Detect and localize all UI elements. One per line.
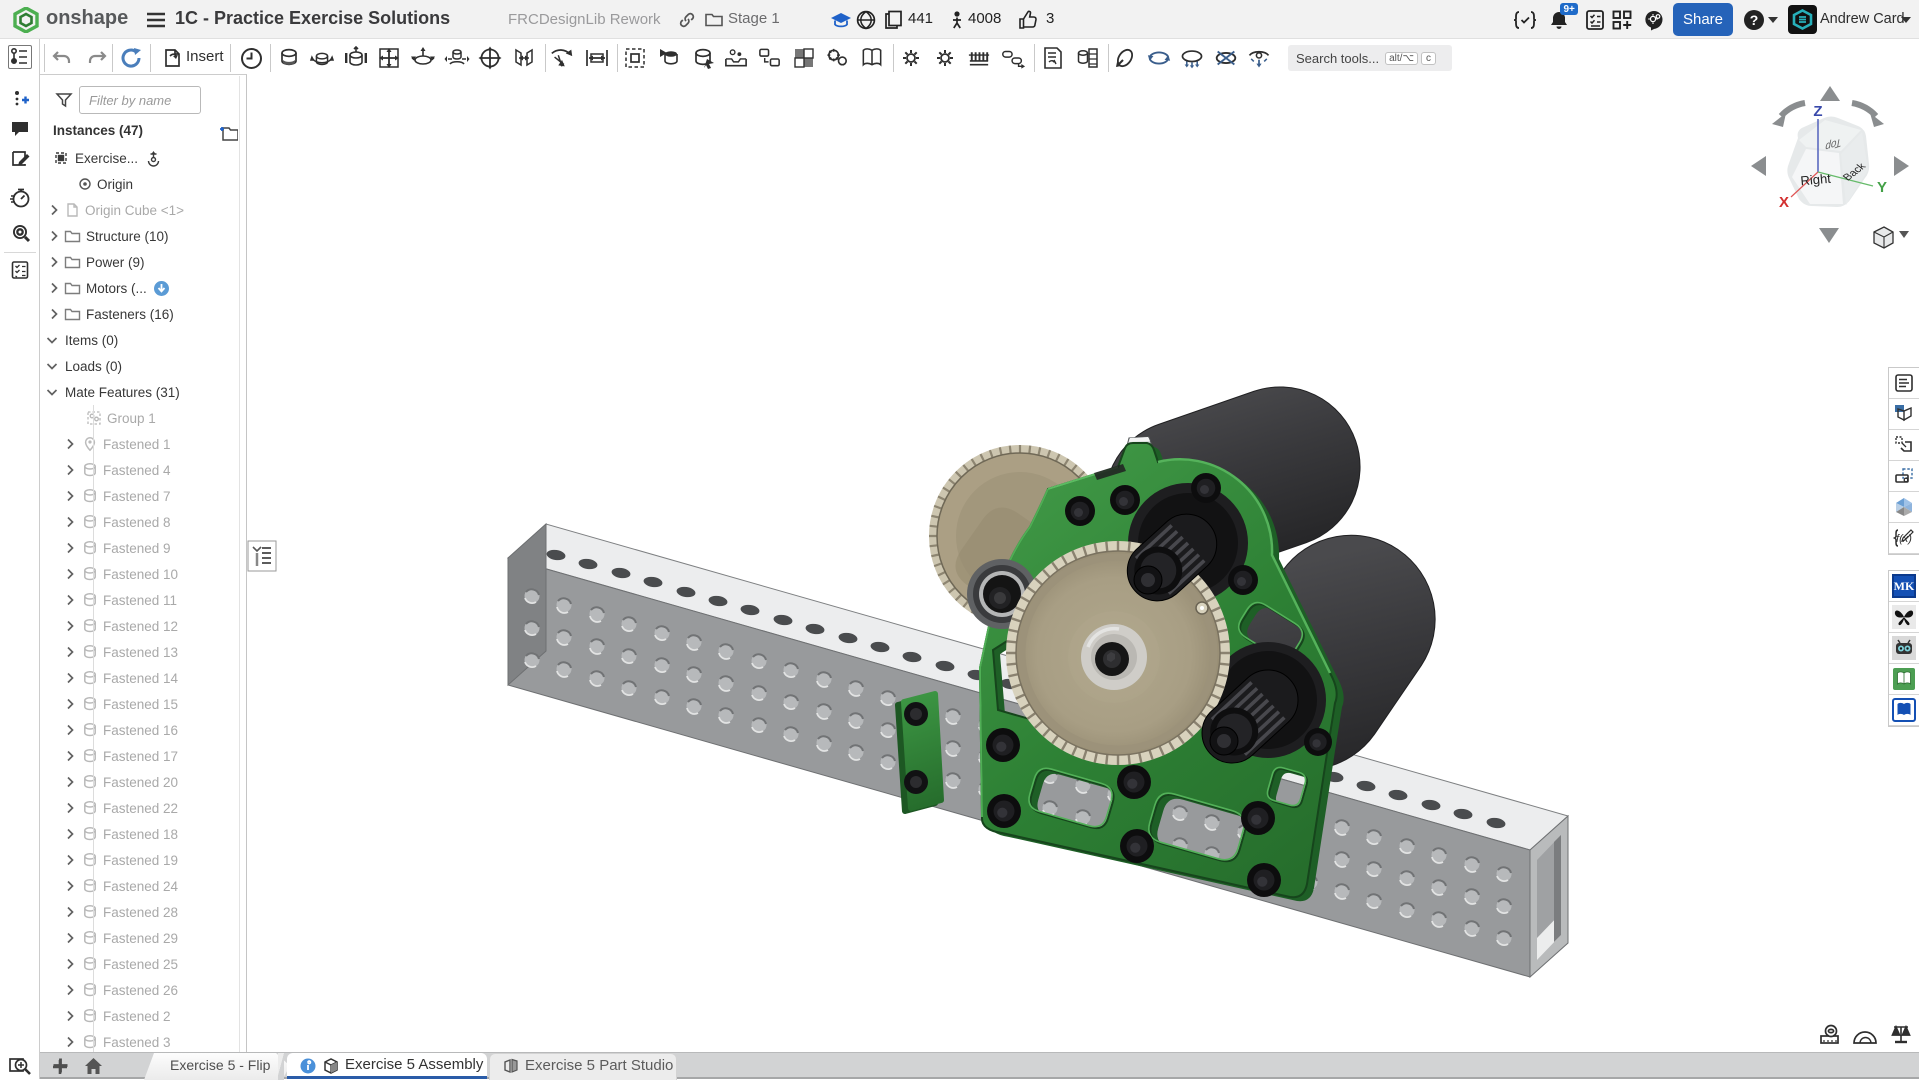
svg-text:Right: Right	[1800, 171, 1832, 189]
svg-text:Y: Y	[1877, 179, 1887, 196]
svg-text:?: ?	[1750, 12, 1759, 28]
svg-text:X: X	[1779, 194, 1789, 211]
svg-text:Z: Z	[1813, 103, 1822, 120]
